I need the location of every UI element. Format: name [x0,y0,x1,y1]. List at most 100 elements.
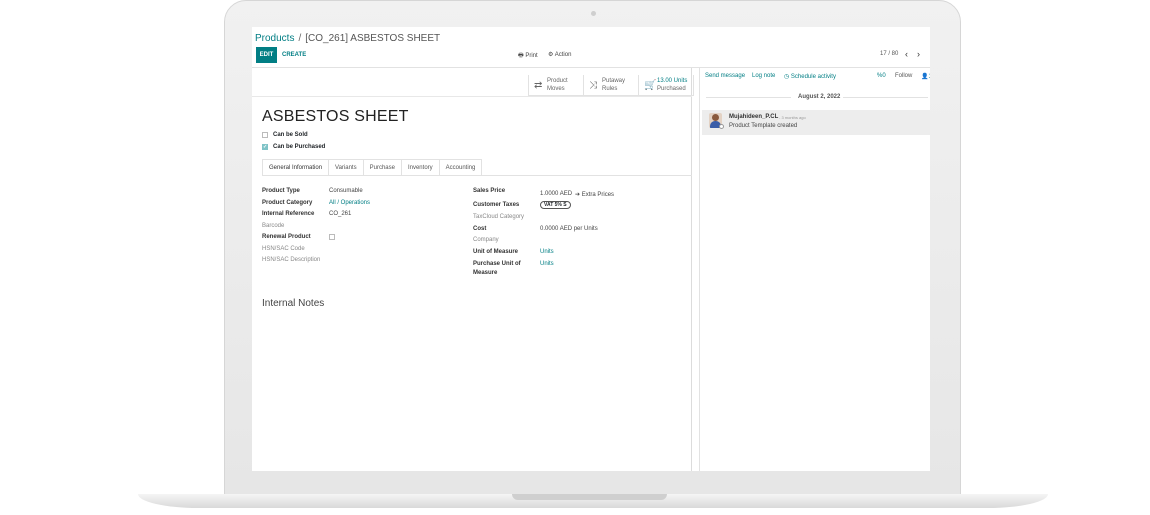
tab-inventory[interactable]: Inventory [401,159,440,176]
product-category-label: Product Category [262,200,313,206]
app-screen: Products / [CO_261] ASBESTOS SHEET EDIT CR… [252,27,930,471]
product-category-field[interactable]: All / Operations [329,200,370,206]
message-time: - 3 months ago [779,115,806,120]
internal-reference-field[interactable]: CO_261 [329,211,351,217]
extra-prices-button[interactable]: ➔ Extra Prices [575,191,614,198]
send-message-button[interactable]: Send message [705,73,745,79]
uom-field[interactable]: Units [540,249,554,255]
can-be-purchased-row: ✓ Can be Purchased [262,144,325,150]
product-moves-label: Product Moves [547,77,568,93]
random-icon: ⤨ [589,80,597,91]
chatter-panel: Send message Log note ◷ Schedule activit… [699,68,930,471]
putaway-rules-label: Putaway Rules [602,77,625,93]
print-button[interactable]: 🖶 Print [518,51,538,61]
can-be-purchased-label: Can be Purchased [273,144,326,150]
action-label: Action [554,52,572,58]
create-button[interactable]: CREATE [282,47,306,63]
company-label: Company [473,237,499,243]
chevron-right-icon[interactable]: › [917,49,920,59]
gear-icon: ⚙ [548,52,554,58]
followers-button[interactable]: 👤1 [921,73,930,80]
cost-label: Cost [473,226,487,232]
purchased-quantity: 13.00 Units [657,78,688,84]
form-tabs: General Information Variants Purchase In… [262,159,483,176]
print-label: Print [525,53,538,59]
chevron-left-icon[interactable]: ‹ [905,49,908,59]
purchased-line2: Purchased [657,86,686,92]
date-divider-left [706,97,791,98]
log-note-button[interactable]: Log note [752,73,775,79]
arrow-right-icon: ➔ [575,192,581,198]
purchased-button[interactable]: 🛒 13.00 Units Purchased [639,75,694,96]
purchase-uom-field[interactable]: Units [540,261,554,267]
attachments-count: 0 [882,73,886,79]
putaway-rules-line2: Rules [602,86,618,92]
breadcrumb-current: [CO_261] ASBESTOS SHEET [305,33,441,44]
product-name[interactable]: ASBESTOS SHEET [262,108,409,126]
product-moves-line2: Moves [547,86,565,92]
sales-price-label: Sales Price [473,188,506,194]
clock-icon: ◷ [784,74,790,80]
internal-notes-title: Internal Notes [262,298,325,309]
chatter-message: Mujahideen_P.CL - 3 months ago Product T… [702,110,930,135]
date-divider-right [843,97,928,98]
hsn-description-label: HSN/SAC Description [262,257,321,263]
tab-general-information[interactable]: General Information [262,159,330,176]
form-sheet: ⇄ Product Moves ⤨ Putaway Rules 🛒 13.00 … [252,68,694,471]
product-type-label: Product Type [262,188,300,194]
hsn-code-label: HSN/SAC Code [262,246,305,252]
shopping-cart-icon: 🛒 [644,80,657,91]
can-be-purchased-checkbox[interactable]: ✓ [262,144,268,150]
putaway-rules-button[interactable]: ⤨ Putaway Rules [584,75,639,96]
print-icon: 🖶 [518,53,524,59]
follow-button[interactable]: Follow [895,73,912,79]
barcode-label: Barcode [262,223,285,229]
breadcrumb: Products / [CO_261] ASBESTOS SHEET [255,33,440,44]
can-be-sold-row: Can be Sold [262,132,308,138]
exchange-icon: ⇄ [534,80,543,91]
tab-variants[interactable]: Variants [329,159,364,176]
message-date: August 2, 2022 [798,94,841,100]
cost-field[interactable]: 0.0000 AED per Units [540,226,598,232]
customer-taxes-label: Customer Taxes [473,202,520,208]
message-body: Product Template created [729,123,798,129]
tab-accounting[interactable]: Accounting [439,159,483,176]
breadcrumb-separator: / [298,33,302,44]
purchase-uom-label-line2: Measure [473,270,498,276]
purchase-uom-label-line1: Purchase Unit of [473,261,521,267]
breadcrumb-products-link[interactable]: Products [255,33,294,44]
tabs-divider [262,175,692,176]
smart-button-box: ⇄ Product Moves ⤨ Putaway Rules 🛒 13.00 … [528,75,694,96]
pager-value[interactable]: 17 / 80 [880,51,898,57]
tab-purchase[interactable]: Purchase [363,159,402,176]
customer-taxes-field[interactable]: VAT 5% S [540,201,571,209]
product-type-field[interactable]: Consumable [329,188,363,194]
camera [591,11,596,16]
sales-price-field[interactable]: 1.0000 AED [540,191,572,197]
edit-button[interactable]: EDIT [256,47,277,63]
cost-suffix: per Units [573,226,598,232]
extra-prices-label: Extra Prices [581,192,615,198]
renewal-product-checkbox[interactable] [329,234,335,242]
putaway-rules-line1: Putaway [602,78,626,84]
cost-value: 0.0000 AED [540,226,573,232]
sheet-divider [252,96,692,97]
attachments-button[interactable]: %0 [877,73,886,79]
renewal-product-label: Renewal Product [262,234,311,240]
product-moves-line1: Product [547,78,568,84]
action-button[interactable]: ⚙ Action [548,51,571,58]
presence-status-icon [719,124,724,129]
internal-reference-label: Internal Reference [262,211,315,217]
product-moves-button[interactable]: ⇄ Product Moves [529,75,584,96]
vat-tag: VAT 5% S [540,201,571,209]
can-be-sold-checkbox[interactable] [262,132,268,138]
can-be-sold-label: Can be Sold [273,132,308,138]
uom-label: Unit of Measure [473,249,519,255]
schedule-activity-label: Schedule activity [790,74,836,80]
laptop-notch [512,494,667,500]
schedule-activity-button[interactable]: ◷ Schedule activity [784,73,836,80]
purchased-label: 13.00 Units Purchased [657,77,687,93]
followers-count: 1 [928,74,930,80]
taxcloud-category-label: TaxCloud Category [473,214,525,220]
message-author[interactable]: Mujahideen_P.CL [729,114,778,120]
